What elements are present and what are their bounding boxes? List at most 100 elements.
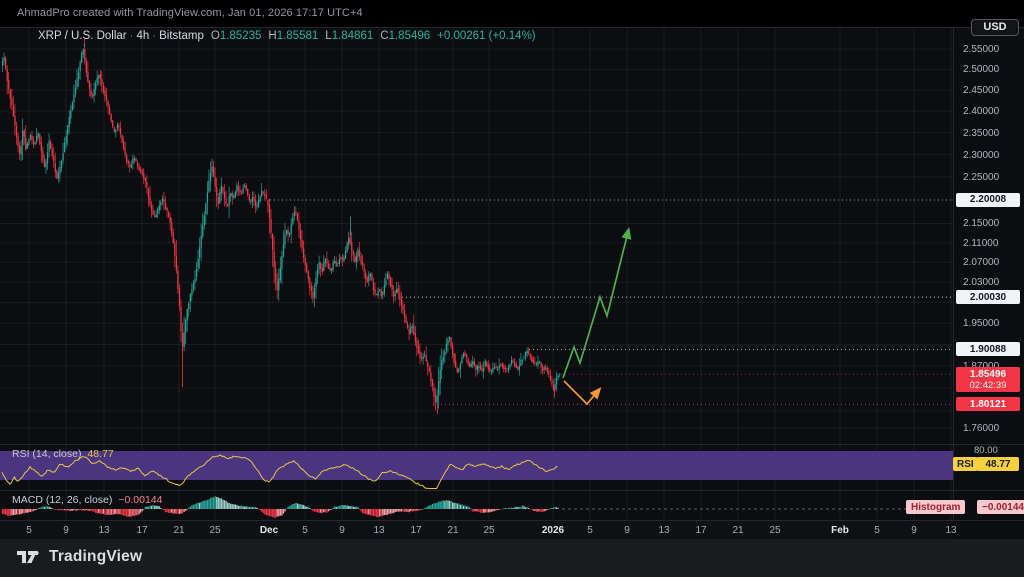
symbol-legend[interactable]: XRP / U.S. Dollar·4h·BitstampO1.85235H1.… [38,30,536,42]
macd-histogram-bar [528,508,529,509]
macd-histogram-bar [319,509,320,513]
candle-body [93,89,94,96]
candle-body [421,357,422,359]
pane-divider-macd-timeaxis [0,520,1024,521]
candle-body [244,185,245,187]
macd-histogram-bar [422,509,423,510]
macd-histogram-bar [241,505,242,509]
candle-body [306,265,307,271]
candle-body [34,143,35,145]
candle-body [278,279,279,291]
macd-histogram-bar [328,509,329,511]
candle-body [292,217,293,223]
time-axis[interactable]: 5913172125Dec591317212520265913172125Feb… [0,521,953,539]
candle-body [520,360,521,366]
macd-histogram-bar [440,501,441,509]
candle-body [540,362,541,367]
macd-histogram-bar [272,509,273,517]
macd-histogram-bar [101,509,102,514]
macd-histogram-bar [201,502,202,509]
macd-histogram-bar [537,509,538,511]
candle-body [224,192,225,198]
candle-body [503,365,504,369]
macd-histogram-bar [120,509,121,514]
macd-histogram-bar [62,509,63,510]
candle-body [377,291,378,295]
macd-histogram-bar [516,507,517,509]
candle-body [534,362,535,363]
candle-body [3,57,4,61]
candle-body [260,197,261,201]
macd-histogram-bar [267,509,268,516]
macd-histogram-bar [90,509,91,511]
price-axis-label: 2.40000 [963,106,999,117]
price-axis-label: 2.15000 [963,218,999,229]
macd-histogram-bar [281,509,282,515]
macd-histogram-bar [542,509,543,512]
candle-body [419,352,420,358]
candle-body [17,136,18,147]
macd-histogram-bar [291,505,292,509]
candle-body [522,360,523,361]
time-axis-label: 17 [695,525,706,536]
time-axis-label: 21 [732,525,743,536]
candle-body [137,162,138,166]
macd-histogram-bar [112,509,113,515]
candle-body [118,125,119,127]
macd-histogram-bar [183,509,184,512]
candle-body [69,117,70,126]
currency-toggle-button[interactable]: USD [971,19,1019,36]
macd-title[interactable]: MACD (12, 26, close)−0.00144 [12,494,162,506]
macd-histogram-bar [7,509,8,516]
candle-body [530,354,531,357]
macd-histogram-bar [135,509,136,515]
candle-body [168,212,169,217]
legend-separator: · [127,30,137,42]
macd-histogram-bar [111,509,112,515]
macd-histogram-bar [138,509,139,514]
rsi-title[interactable]: RSI (14, close)48.77 [12,448,114,460]
candle-body [500,364,501,365]
macd-histogram-bar [256,508,257,509]
pane-divider-main-rsi[interactable] [0,444,1024,445]
candle-body [287,230,288,234]
tradingview-snapshot: AhmadPro created with TradingView.com, J… [0,0,1024,577]
macd-histogram-bar [154,506,155,509]
macd-histogram-bar [478,509,479,512]
candle-body [485,361,486,366]
rsi-pane[interactable] [0,445,953,490]
time-axis-label: 5 [302,525,308,536]
macd-histogram-bar [278,509,279,516]
price-axis-label: 2.55000 [963,44,999,55]
time-axis-label: 13 [945,525,956,536]
candle-body [457,368,458,373]
macd-histogram-bar [384,509,385,515]
macd-histogram-bar [334,506,335,509]
candle-body [201,236,202,248]
macd-histogram-bar [41,507,42,509]
candle-body [97,78,98,83]
macd-histogram-bar [424,508,425,509]
macd-histogram-bar [315,509,316,512]
macd-histogram-bar [309,508,310,509]
candle-body [474,361,475,366]
candle-body [319,262,320,269]
macd-histogram-bar [502,509,503,510]
macd-histogram-bar [419,509,420,510]
price-chart-pane[interactable] [0,28,953,444]
price-axis[interactable]: 80.00 2.550002.500002.450002.400002.3500… [954,28,1024,521]
macd-histogram-bar [213,497,214,509]
macd-histogram-bar [80,509,81,510]
tradingview-logo-icon [17,548,42,566]
time-axis-label: 21 [173,525,184,536]
macd-histogram-bar [242,506,243,509]
macd-histogram-bar [390,509,391,514]
pane-divider-rsi-macd[interactable] [0,490,1024,491]
macd-histogram-bar [402,509,403,512]
macd-histogram-bar [407,509,408,512]
macd-histogram-bar [503,508,504,509]
tradingview-logo[interactable]: TradingView [17,548,142,566]
time-axis-label: 9 [63,525,69,536]
candle-body [123,142,124,149]
candle-body [173,232,174,243]
